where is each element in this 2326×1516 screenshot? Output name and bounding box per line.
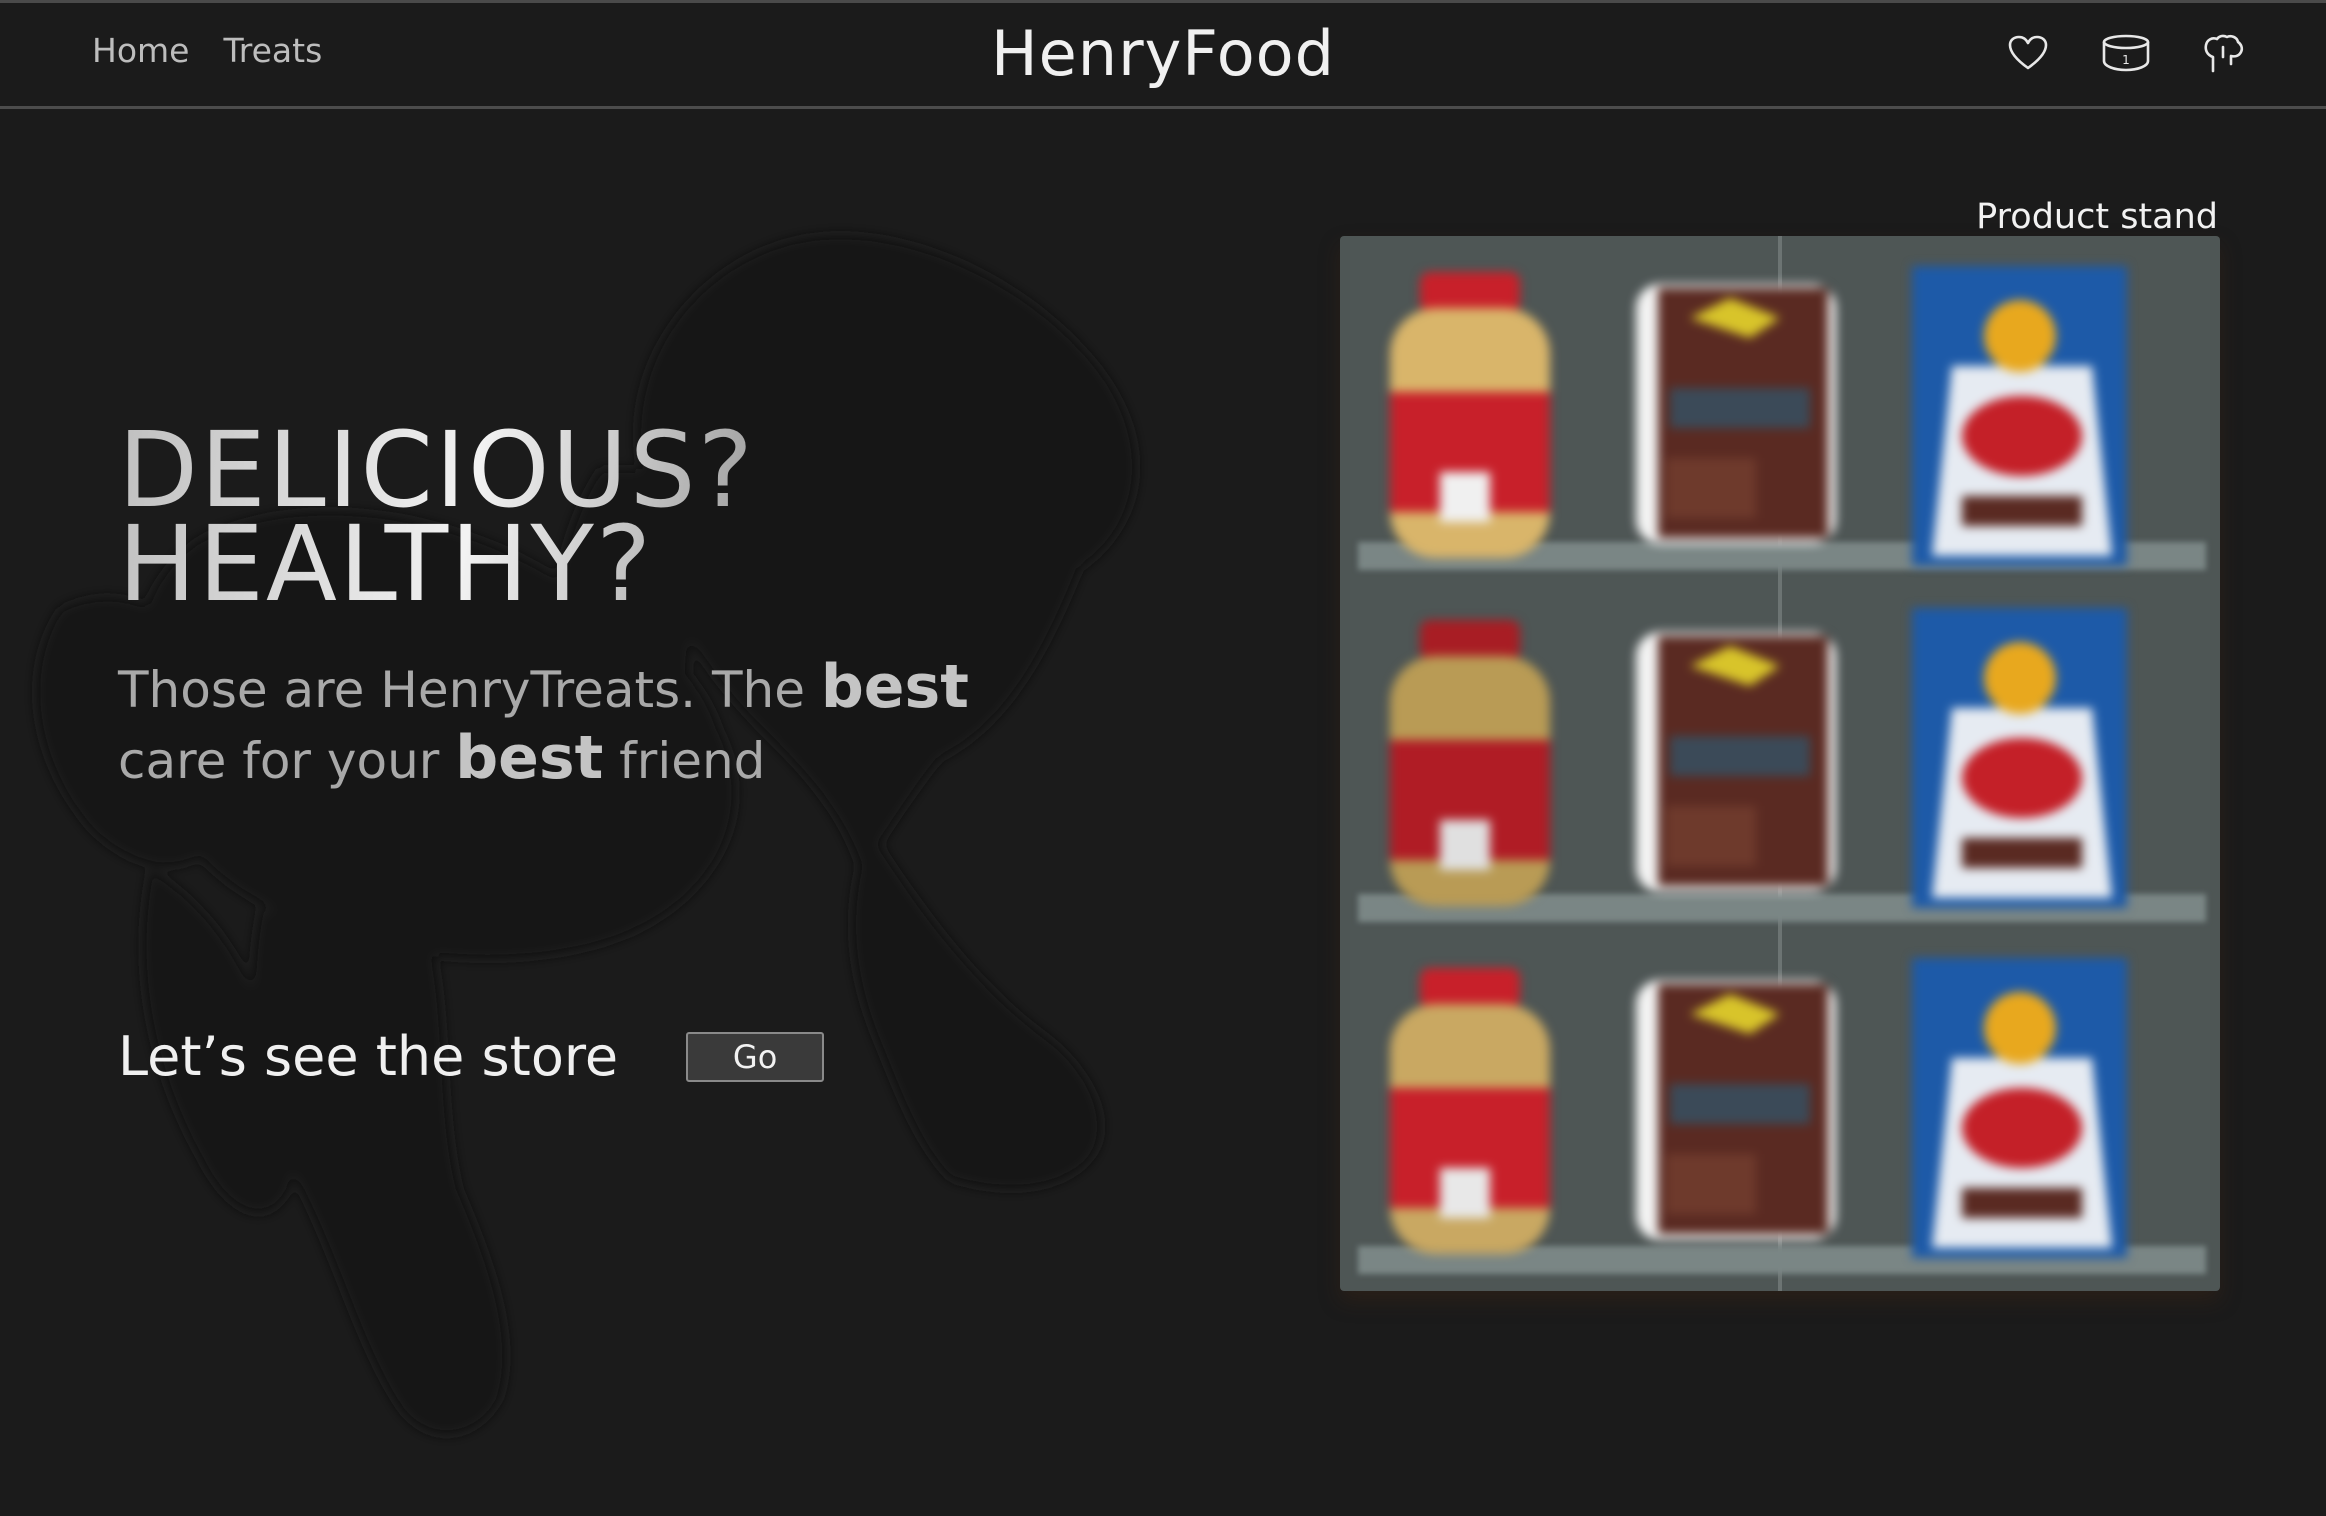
beef-pouch-product[interactable] (1630, 626, 1842, 898)
product-stand[interactable] (1340, 236, 2220, 1291)
brand-logo[interactable]: HenryFood (0, 17, 2326, 90)
beef-pouch-product[interactable] (1630, 278, 1842, 550)
hero-headline: DELICIOUS? HEALTHY? (118, 423, 755, 611)
go-button[interactable]: Go (686, 1031, 825, 1082)
page: Home Treats HenryFood 1 DELICIOUS? HEALT… (0, 0, 2326, 1516)
product-stand-label: Product stand (1976, 197, 2218, 237)
blue-bag-product[interactable] (1912, 958, 2127, 1258)
dog-silhouette-image (36, 235, 1137, 1435)
treat-jar-product[interactable] (1380, 272, 1560, 562)
treat-jar-product[interactable] (1380, 968, 1560, 1258)
tagline-bold-2: best (455, 723, 604, 793)
tagline-text-1: Those are HenryTreats. The (118, 661, 821, 719)
shelf-row (1340, 588, 2220, 940)
beef-pouch-product[interactable] (1630, 974, 1842, 1246)
paw-icon[interactable] (2202, 31, 2246, 75)
bowl-count: 1 (2122, 53, 2130, 67)
top-navbar: Home Treats HenryFood 1 (0, 3, 2326, 109)
heart-icon[interactable] (2006, 31, 2050, 75)
blue-bag-product[interactable] (1912, 266, 2127, 566)
store-cta: Let’s see the store Go (118, 1025, 825, 1088)
cta-label: Let’s see the store (118, 1025, 619, 1088)
tagline-text-3: friend (603, 732, 766, 790)
hero-tagline: Those are HenryTreats. The best care for… (118, 653, 1018, 795)
shelf-row (1340, 940, 2220, 1291)
tagline-bold-1: best (820, 652, 969, 722)
header-icons: 1 (2006, 31, 2246, 75)
treat-jar-product[interactable] (1380, 620, 1560, 910)
headline-line-2: HEALTHY? (118, 503, 654, 625)
bowl-icon[interactable]: 1 (2100, 31, 2152, 75)
blue-bag-product[interactable] (1912, 608, 2127, 908)
tagline-text-2: care for your (118, 732, 456, 790)
shelf-row (1340, 236, 2220, 588)
